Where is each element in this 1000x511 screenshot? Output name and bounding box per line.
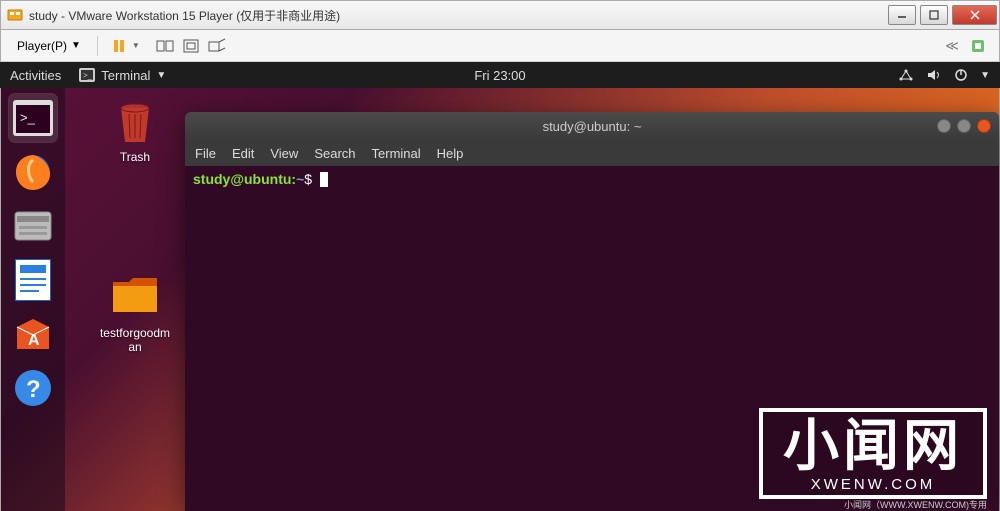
activities-button[interactable]: Activities [10,68,61,83]
svg-text:A: A [28,332,40,349]
terminal-window: study@ubuntu: ~ File Edit View Search Te… [185,112,999,511]
app-indicator[interactable]: >_ Terminal ▼ [79,68,166,83]
pause-dropdown-icon[interactable]: ▼ [132,41,140,50]
desktop-trash[interactable]: Trash [99,98,171,164]
chevron-down-icon: ▼ [71,40,81,51]
separator [97,36,98,56]
menu-edit[interactable]: Edit [232,146,254,161]
ubuntu-top-bar: Activities >_ Terminal ▼ Fri 23:00 ▼ [0,62,1000,88]
dock-software[interactable]: A [9,310,57,358]
player-menu[interactable]: Player(P) ▼ [9,36,89,56]
dock-firefox[interactable] [9,148,57,196]
player-menu-label: Player(P) [17,39,67,53]
terminal-minimize[interactable] [937,119,951,133]
prompt-sym: $ [304,171,312,187]
window-buttons [886,5,999,25]
menu-file[interactable]: File [195,146,216,161]
svg-text:>_: >_ [83,71,93,80]
pause-icon[interactable] [110,37,128,55]
close-button[interactable] [952,5,997,25]
desktop-folder-label: testforgoodman [99,326,171,354]
terminal-title: study@ubuntu: ~ [543,119,642,134]
unity-icon[interactable] [208,37,226,55]
vmware-toolbar: Player(P) ▼ ▼ ≪ [0,30,1000,62]
svg-text:?: ? [26,376,41,403]
minimize-button[interactable] [888,5,916,25]
dock-files[interactable] [9,202,57,250]
volume-icon[interactable] [926,68,942,82]
trash-icon [111,98,159,146]
dock-terminal[interactable]: >_ [9,94,57,142]
ubuntu-desktop: >_ A ? Trash testforgoodman study@ubuntu… [0,88,1000,511]
maximize-button[interactable] [920,5,948,25]
terminal-titlebar[interactable]: study@ubuntu: ~ [185,112,999,140]
clock[interactable]: Fri 23:00 [474,68,525,83]
chevron-down-icon: ▼ [156,70,166,81]
menu-terminal[interactable]: Terminal [372,146,421,161]
dock: >_ A ? [1,88,65,511]
watermark: 小闻网 XWENW.COM [759,408,987,499]
watermark-sub: XWENW.COM [783,476,963,493]
svg-text:>_: >_ [20,110,36,125]
terminal-menubar: File Edit View Search Terminal Help [185,140,999,166]
app-indicator-label: Terminal [101,68,150,83]
terminal-maximize[interactable] [957,119,971,133]
cycle-icon[interactable] [969,37,987,55]
collapse-icon[interactable]: ≪ [943,37,961,55]
terminal-body[interactable]: study@ubuntu:~$ [185,166,999,194]
window-title: study - VMware Workstation 15 Player (仅用… [29,7,886,24]
folder-icon [111,274,159,322]
desktop-trash-label: Trash [99,150,171,164]
menu-help[interactable]: Help [437,146,464,161]
fullscreen-icon[interactable] [182,37,200,55]
prompt-user: study@ubuntu [193,171,291,187]
cursor [320,172,328,187]
dock-help[interactable]: ? [9,364,57,412]
desktop-folder[interactable]: testforgoodman [99,274,171,354]
terminal-indicator-icon: >_ [79,68,95,82]
menu-view[interactable]: View [270,146,298,161]
chevron-down-icon[interactable]: ▼ [980,70,990,81]
system-tray: ▼ [898,68,990,82]
network-icon[interactable] [898,68,914,82]
vmware-app-icon [7,7,23,23]
dock-libreoffice[interactable] [9,256,57,304]
send-ctrl-alt-del-icon[interactable] [156,37,174,55]
power-icon[interactable] [954,68,968,82]
watermark-main: 小闻网 [783,418,963,474]
windows-titlebar: study - VMware Workstation 15 Player (仅用… [0,0,1000,30]
terminal-close[interactable] [977,119,991,133]
watermark-strip: 小闻网（WWW.XWENW.COM)专用 [844,498,987,511]
menu-search[interactable]: Search [314,146,355,161]
